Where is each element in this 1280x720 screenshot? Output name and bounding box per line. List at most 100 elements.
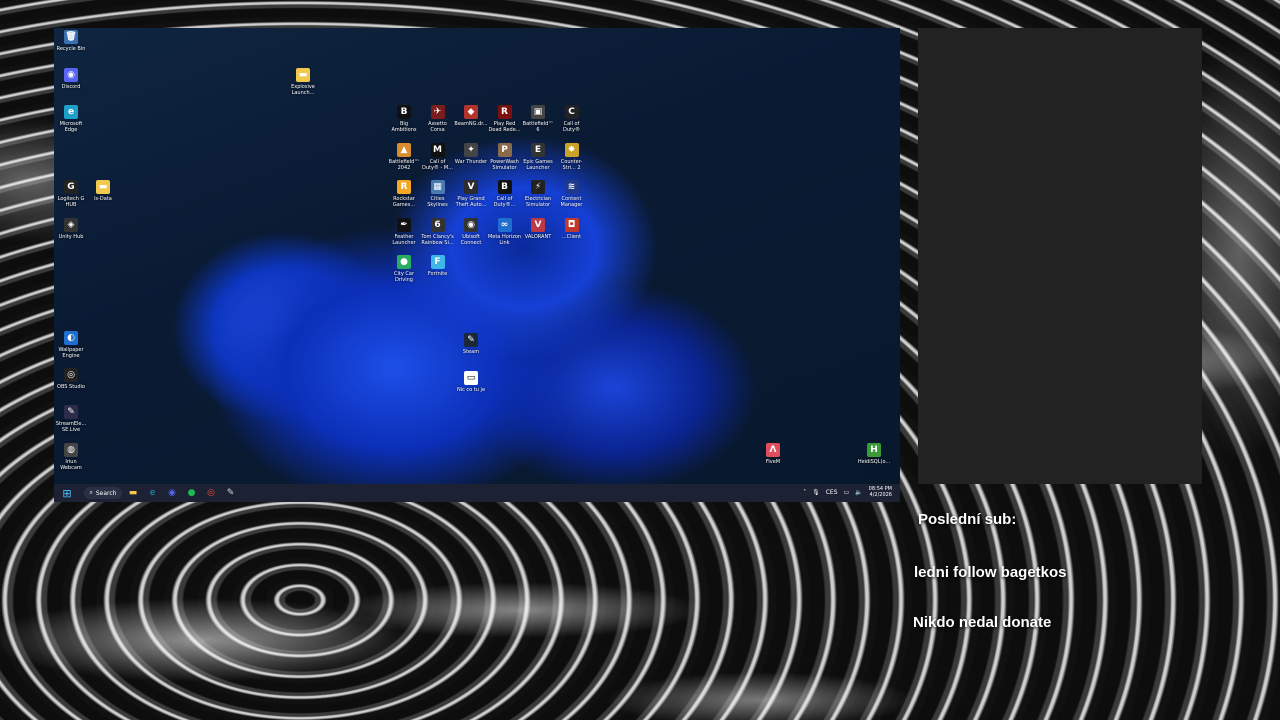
language-indicator[interactable]: CES xyxy=(826,489,838,496)
desktop-icon-label: Steam xyxy=(462,349,480,355)
desktop-icon-meta-horizon-link[interactable]: ∞ Meta Horizon Link xyxy=(487,217,522,246)
wallpaper-engine-icon: ◐ xyxy=(64,331,78,345)
desktop-icon-label: PowerWash Simulator xyxy=(490,158,519,171)
battlefield-2042-icon: ▲ xyxy=(397,142,411,157)
search-label: Search xyxy=(95,489,117,497)
call-of-duty-black-ops-icon: B xyxy=(497,180,512,194)
desktop-icon-label: Discord xyxy=(61,84,81,90)
desktop-screen: 🗑 Recycle Bin ◉ Discord e Microsoft Edge G Logi… xyxy=(54,28,900,502)
desktop-icon-wallpaper-engine[interactable]: ◐ Wallpaper Engine xyxy=(54,331,88,359)
desktop-icon-fortnite[interactable]: F Fortnite xyxy=(421,255,455,277)
desktop-icon-play-red-dead[interactable]: R Play Red Dead Rede... xyxy=(488,105,522,133)
desktop-icon-discord[interactable]: ◉ Discord xyxy=(54,68,88,90)
desktop-icon-battlefield-6[interactable]: ▣ Battlefield™ 6 xyxy=(521,105,555,133)
desktop-icon-heidisql[interactable]: H HeidiSQL(o... xyxy=(857,443,891,465)
desktop-icon-content-manager[interactable]: ≋ Content Manager xyxy=(555,180,589,208)
desktop-icon-epic-games-launcher[interactable]: E Epic Games Launcher xyxy=(521,142,555,171)
desktop-icon-rockstar-games[interactable]: R Rockstar Games... xyxy=(387,180,421,208)
taskbar-app-file-explorer[interactable]: ▬ xyxy=(126,486,140,500)
desktop-icon-cities-skylines[interactable]: ▦ Cities Skylines xyxy=(421,180,455,208)
last-sub-label: Poslední sub: xyxy=(918,511,1017,528)
clock[interactable]: 08:54 PM 4/2/2026 xyxy=(869,486,892,498)
desktop-icon-big-ambitions[interactable]: B Big Ambitions xyxy=(387,105,421,133)
desktop-icon-city-car-driving[interactable]: ● City Car Driving xyxy=(387,255,421,283)
desktop-icon-electrician-simulator[interactable]: ⚡ Electrician Simulator xyxy=(521,180,555,208)
epic-client-icon: ◘ xyxy=(564,217,579,232)
desktop-icon-call-of-duty[interactable]: C Call of Duty® xyxy=(555,105,589,133)
desktop-icon-iriun-webcam[interactable]: ◍ Iriun Webcam xyxy=(54,443,88,471)
fortnite-icon: F xyxy=(430,255,445,269)
desktop-icon-label: Battlefield™ 6 xyxy=(522,121,554,133)
start-button[interactable]: ⊞ xyxy=(60,486,74,500)
desktop-icon-label: Fortnite xyxy=(427,271,448,277)
search-button[interactable]: ⌕ Search xyxy=(84,487,122,499)
call-of-duty-mw-icon: M xyxy=(430,142,445,157)
desktop-icon-feather-launcher[interactable]: ✒ Feather Launcher xyxy=(387,217,421,246)
desktop-icon-label: Wallpaper Engine xyxy=(58,347,84,359)
desktop-icon-explosive-launch-folder[interactable]: ▬ Explosive Launch... xyxy=(286,68,320,96)
desktop-icon-call-of-duty-mw[interactable]: M Call of Duty® - M... xyxy=(421,142,455,171)
iriun-webcam-icon: ◍ xyxy=(64,443,78,457)
desktop-icon-obs-studio[interactable]: ◎ OBS Studio xyxy=(54,368,88,390)
desktop-icon-rainbow-six[interactable]: 6 Tom Clancy's Rainbow Si... xyxy=(421,217,455,246)
desktop-icon-label: Big Ambitions xyxy=(391,121,417,133)
fivem-icon: Λ xyxy=(766,443,780,457)
network-icon[interactable]: ▭ xyxy=(844,489,850,496)
desktop-icon-unity-hub[interactable]: ◈ Unity Hub xyxy=(54,218,88,240)
desktop-icon-ubisoft-connect[interactable]: ◉ Ubisoft Connect xyxy=(454,217,488,246)
volume-icon[interactable]: 🔈 xyxy=(855,489,862,496)
taskbar-app-edge[interactable]: e xyxy=(146,486,160,500)
desktop-icon-assetto-corsa[interactable]: ✈ Assetto Corsa xyxy=(421,105,455,133)
desktop-icon-battlefield-2042[interactable]: ▲ Battlefield™ 2042 xyxy=(387,142,421,171)
desktop-icon-logitech-g-hub[interactable]: G Logitech G HUB xyxy=(54,180,88,208)
epic-games-launcher-icon: E xyxy=(531,142,545,157)
desktop-icon-valorant[interactable]: V VALORANT xyxy=(521,217,555,240)
call-of-duty-icon: C xyxy=(564,105,579,119)
steam-icon: ✎ xyxy=(226,488,235,498)
taskbar-app-discord[interactable]: ◉ xyxy=(165,486,179,500)
desktop-icon-beamng-drive[interactable]: ◆ BeamNG.dr... xyxy=(454,105,488,127)
system-tray: ˄ 🎙 CES ▭ 🔈 08:54 PM 4/2/2026 xyxy=(803,486,892,498)
desktop-icon-text-file[interactable]: ▭ Nic co tu je xyxy=(454,371,488,393)
assetto-corsa-icon: ✈ xyxy=(430,105,445,119)
chevron-up-icon[interactable]: ˄ xyxy=(803,489,806,496)
taskbar-app-steam[interactable]: ✎ xyxy=(224,486,238,500)
heidisql-icon: H xyxy=(867,443,881,457)
recycle-bin-icon: 🗑 xyxy=(64,30,78,44)
desktop-icon-label: City Car Driving xyxy=(394,271,414,283)
desktop-icon-label: Epic Games Launcher xyxy=(523,158,553,171)
desktop-icon-label: Tom Clancy's Rainbow Si... xyxy=(421,233,454,246)
desktop-icon-war-thunder[interactable]: ✦ War Thunder xyxy=(454,142,488,165)
file-explorer-icon: ▬ xyxy=(128,488,138,498)
taskbar-app-obs[interactable]: ◎ xyxy=(204,486,218,500)
big-ambitions-icon: B xyxy=(397,105,411,119)
obs-icon: ◎ xyxy=(207,488,215,498)
desktop-icon-recycle-bin[interactable]: 🗑 Recycle Bin xyxy=(54,30,88,52)
taskbar: ⊞ ⌕ Search ▬ e ◉ ● ◎ ✎ ˄ 🎙 CES ▭ 🔈 08:54 PM 4… xyxy=(54,484,900,502)
taskbar-app-spotify[interactable]: ● xyxy=(185,486,199,500)
desktop-icon-label: Call of Duty® - M... xyxy=(421,158,453,171)
desktop-icon-ls-data-folder[interactable]: ▬ ls-Data xyxy=(86,180,120,202)
microphone-icon[interactable]: 🎙 xyxy=(812,489,820,496)
discord-icon: ◉ xyxy=(168,488,176,498)
desktop-icon-label: Battlefield™ 2042 xyxy=(388,158,420,171)
desktop-icon-label: War Thunder xyxy=(454,158,488,165)
valorant-icon: V xyxy=(531,217,545,232)
rainbow-six-icon: 6 xyxy=(430,217,445,232)
desktop-icon-play-gta[interactable]: V Play Grand Theft Auto... xyxy=(454,180,488,208)
desktop-icon-label: ...Client xyxy=(561,233,582,240)
desktop-icon-label: Microsoft Edge xyxy=(59,121,83,133)
desktop-icon-streamelements[interactable]: ✎ StreamEle... SE.Live xyxy=(54,405,88,433)
desktop-icon-label: Meta Horizon Link xyxy=(487,233,522,246)
discord-icon: ◉ xyxy=(64,68,78,82)
desktop-icon-label: Assetto Corsa xyxy=(428,121,447,133)
desktop-icon-steam[interactable]: ✎ Steam xyxy=(454,333,488,355)
desktop-icon-call-of-duty-black-ops[interactable]: B Call of Duty®... xyxy=(488,180,522,208)
logitech-g-hub-icon: G xyxy=(64,180,78,194)
desktop-icon-epic-client[interactable]: ◘ ...Client xyxy=(555,217,589,240)
desktop-icon-label: OBS Studio xyxy=(57,384,85,390)
desktop-icon-fivem[interactable]: Λ FiveM xyxy=(756,443,790,465)
desktop-icon-microsoft-edge[interactable]: e Microsoft Edge xyxy=(54,105,88,133)
desktop-icon-counter-strike-2[interactable]: ✸ Counter-Stri... 2 xyxy=(555,142,589,171)
desktop-icon-powerwash-simulator[interactable]: P PowerWash Simulator xyxy=(488,142,522,171)
